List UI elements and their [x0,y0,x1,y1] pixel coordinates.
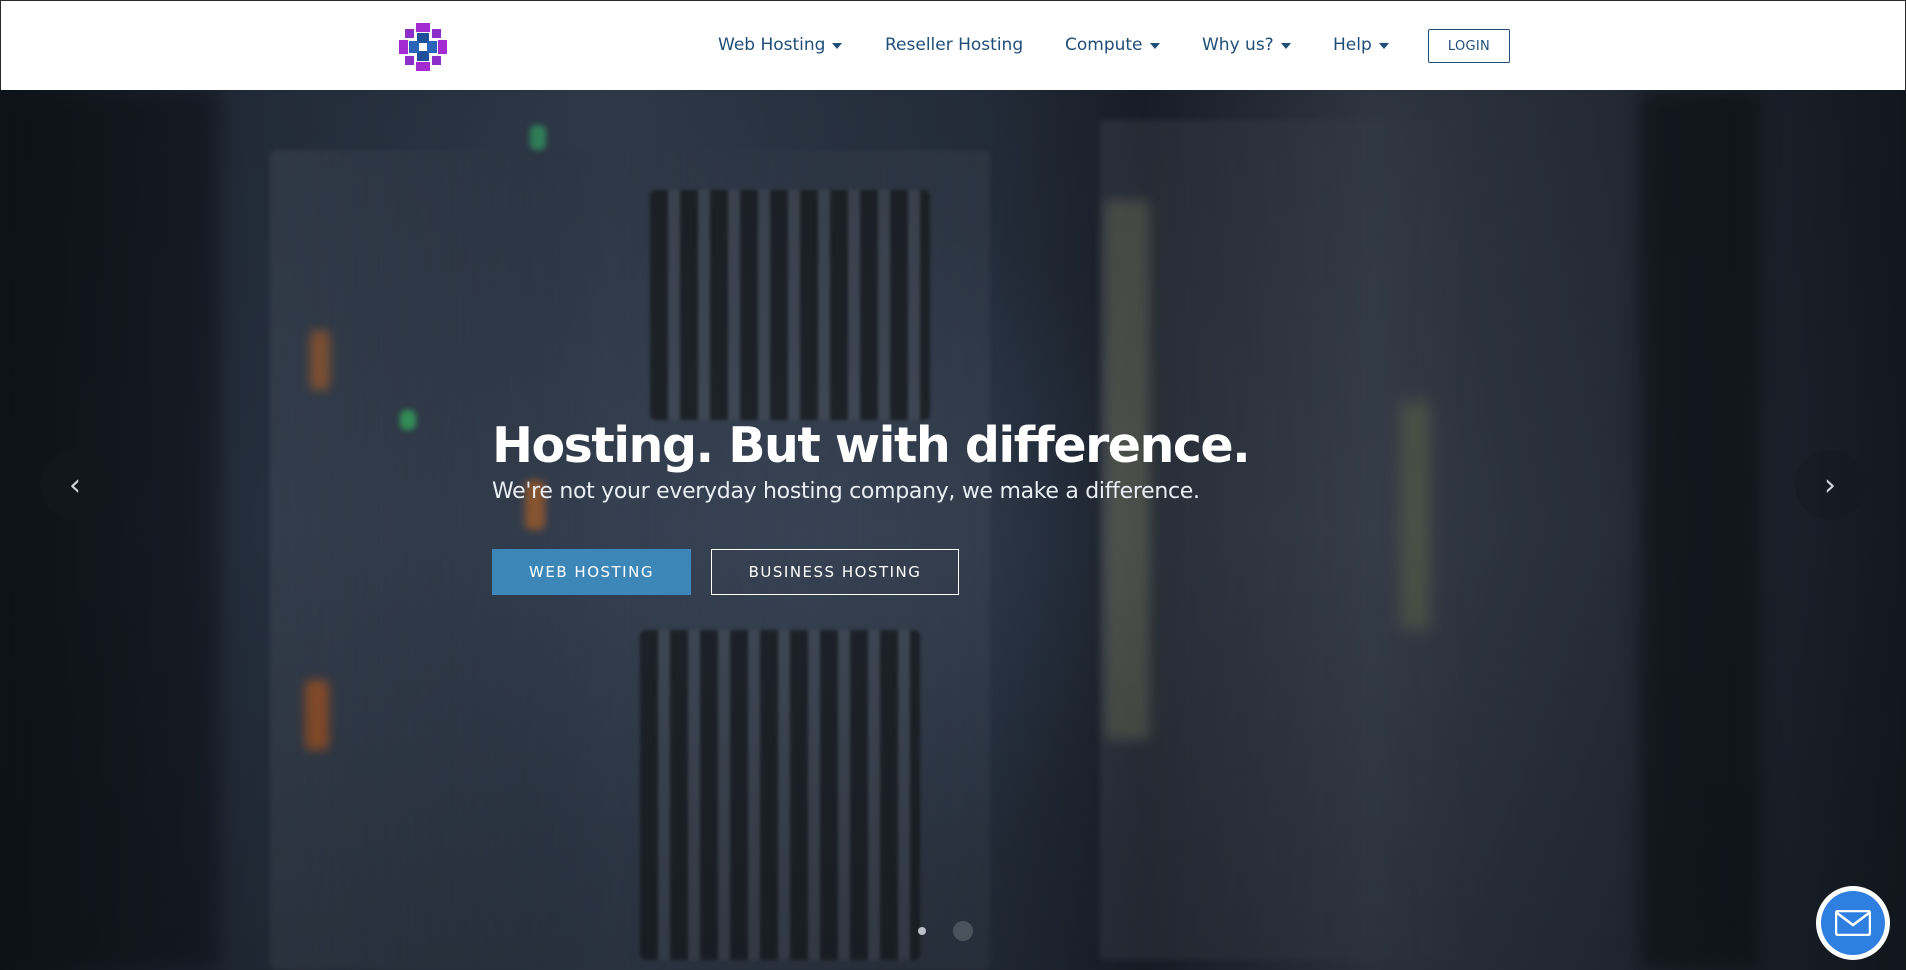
nav-help[interactable]: Help [1333,35,1389,55]
nav-reseller-hosting[interactable]: Reseller Hosting [885,35,1023,55]
site-header: Web Hosting Reseller Hosting Compute Why… [0,0,1906,90]
carousel-prev-button[interactable]: ‹ [40,450,110,520]
contact-chat-button[interactable] [1816,886,1890,960]
nav-web-hosting[interactable]: Web Hosting [718,35,843,55]
hero-overlay [0,90,1906,970]
contact-chat-circle [1821,891,1885,955]
login-button[interactable]: LOGIN [1428,29,1510,63]
hero-carousel: Hosting. But with difference. We're not … [0,90,1906,970]
nav-compute[interactable]: Compute [1065,35,1160,55]
web-hosting-button[interactable]: WEB HOSTING [492,549,691,595]
caret-down-icon [832,43,843,49]
caret-down-icon [1149,43,1160,49]
nav-label: Web Hosting [718,35,826,55]
nav-label: Help [1333,35,1372,55]
envelope-icon [1835,910,1871,936]
nav-label: Compute [1065,35,1143,55]
hero-subtitle: We're not your everyday hosting company,… [492,479,1200,504]
carousel-dot-1[interactable] [918,927,926,935]
carousel-next-button[interactable]: › [1795,450,1865,520]
caret-down-icon [1280,43,1291,49]
caret-down-icon [1378,43,1389,49]
chevron-left-icon: ‹ [69,467,81,503]
business-hosting-button[interactable]: BUSINESS HOSTING [711,549,959,595]
nav-label: Reseller Hosting [885,35,1024,55]
carousel-dot-2-active[interactable] [953,921,973,941]
chevron-right-icon: › [1824,467,1836,503]
nav-why-us[interactable]: Why us? [1202,35,1291,55]
main-nav: Web Hosting Reseller Hosting Compute Why… [1,1,1905,91]
nav-label: Why us? [1202,35,1274,55]
hero-title: Hosting. But with difference. [492,417,1251,474]
